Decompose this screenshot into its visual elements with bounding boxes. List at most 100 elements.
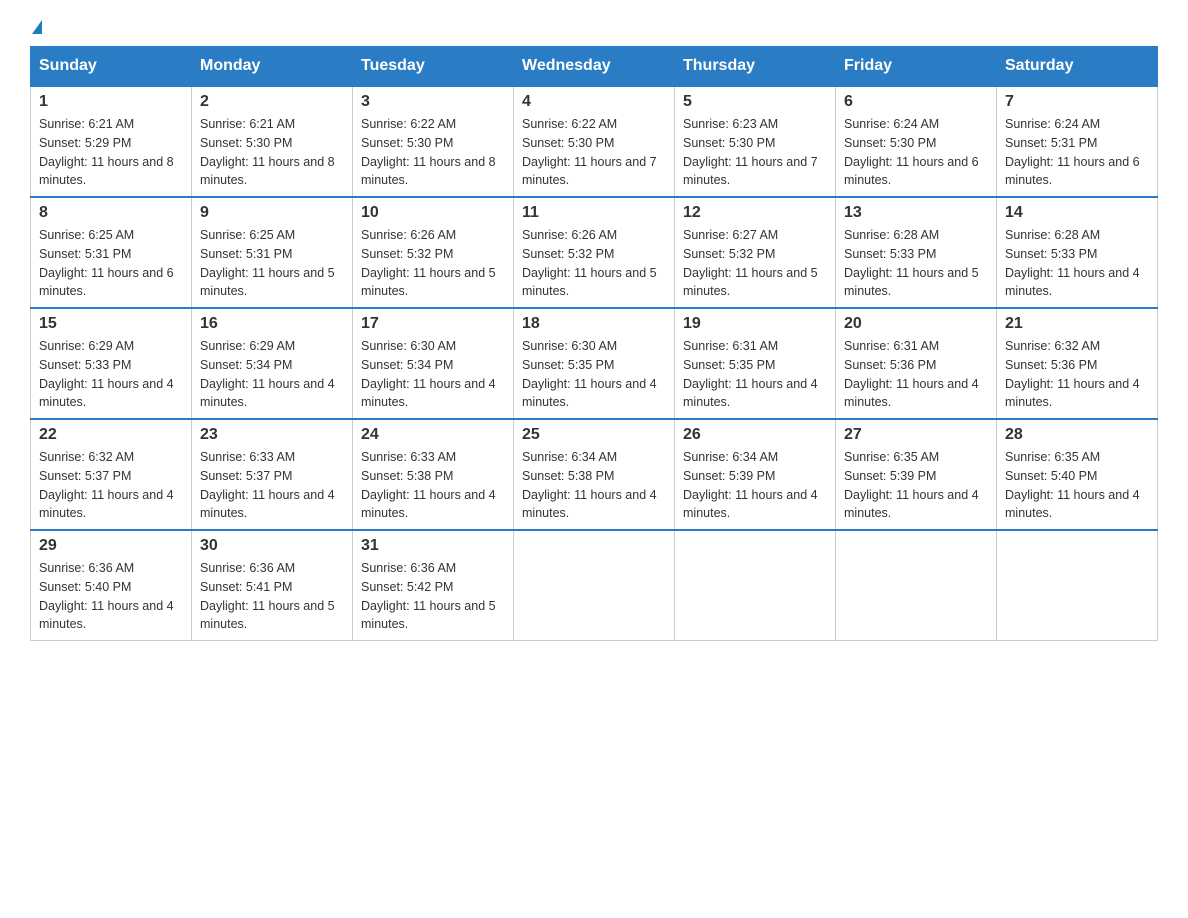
day-number: 28 xyxy=(1005,426,1149,444)
day-info: Sunrise: 6:31 AM Sunset: 5:36 PM Dayligh… xyxy=(844,337,988,412)
day-info: Sunrise: 6:36 AM Sunset: 5:42 PM Dayligh… xyxy=(361,559,505,634)
calendar-cell: 29 Sunrise: 6:36 AM Sunset: 5:40 PM Dayl… xyxy=(31,530,192,641)
calendar-cell: 4 Sunrise: 6:22 AM Sunset: 5:30 PM Dayli… xyxy=(514,86,675,197)
day-number: 12 xyxy=(683,204,827,222)
calendar-week-row: 15 Sunrise: 6:29 AM Sunset: 5:33 PM Dayl… xyxy=(31,308,1158,419)
day-info: Sunrise: 6:31 AM Sunset: 5:35 PM Dayligh… xyxy=(683,337,827,412)
day-info: Sunrise: 6:32 AM Sunset: 5:37 PM Dayligh… xyxy=(39,448,183,523)
day-number: 2 xyxy=(200,93,344,111)
calendar-cell: 16 Sunrise: 6:29 AM Sunset: 5:34 PM Dayl… xyxy=(192,308,353,419)
calendar-cell: 10 Sunrise: 6:26 AM Sunset: 5:32 PM Dayl… xyxy=(353,197,514,308)
calendar-table: SundayMondayTuesdayWednesdayThursdayFrid… xyxy=(30,46,1158,641)
day-number: 23 xyxy=(200,426,344,444)
day-number: 31 xyxy=(361,537,505,555)
day-number: 3 xyxy=(361,93,505,111)
page-header xyxy=(30,20,1158,30)
calendar-week-row: 1 Sunrise: 6:21 AM Sunset: 5:29 PM Dayli… xyxy=(31,86,1158,197)
calendar-cell: 25 Sunrise: 6:34 AM Sunset: 5:38 PM Dayl… xyxy=(514,419,675,530)
calendar-cell: 6 Sunrise: 6:24 AM Sunset: 5:30 PM Dayli… xyxy=(836,86,997,197)
day-number: 6 xyxy=(844,93,988,111)
calendar-cell: 8 Sunrise: 6:25 AM Sunset: 5:31 PM Dayli… xyxy=(31,197,192,308)
calendar-cell: 5 Sunrise: 6:23 AM Sunset: 5:30 PM Dayli… xyxy=(675,86,836,197)
day-info: Sunrise: 6:24 AM Sunset: 5:30 PM Dayligh… xyxy=(844,115,988,190)
day-number: 4 xyxy=(522,93,666,111)
day-info: Sunrise: 6:21 AM Sunset: 5:30 PM Dayligh… xyxy=(200,115,344,190)
calendar-cell: 28 Sunrise: 6:35 AM Sunset: 5:40 PM Dayl… xyxy=(997,419,1158,530)
day-number: 27 xyxy=(844,426,988,444)
calendar-cell: 7 Sunrise: 6:24 AM Sunset: 5:31 PM Dayli… xyxy=(997,86,1158,197)
day-number: 20 xyxy=(844,315,988,333)
calendar-header-saturday: Saturday xyxy=(997,47,1158,87)
day-number: 26 xyxy=(683,426,827,444)
calendar-cell: 2 Sunrise: 6:21 AM Sunset: 5:30 PM Dayli… xyxy=(192,86,353,197)
day-number: 9 xyxy=(200,204,344,222)
day-number: 13 xyxy=(844,204,988,222)
day-info: Sunrise: 6:29 AM Sunset: 5:34 PM Dayligh… xyxy=(200,337,344,412)
day-number: 16 xyxy=(200,315,344,333)
calendar-cell: 22 Sunrise: 6:32 AM Sunset: 5:37 PM Dayl… xyxy=(31,419,192,530)
day-number: 22 xyxy=(39,426,183,444)
day-info: Sunrise: 6:23 AM Sunset: 5:30 PM Dayligh… xyxy=(683,115,827,190)
calendar-cell: 24 Sunrise: 6:33 AM Sunset: 5:38 PM Dayl… xyxy=(353,419,514,530)
day-info: Sunrise: 6:30 AM Sunset: 5:34 PM Dayligh… xyxy=(361,337,505,412)
calendar-cell: 17 Sunrise: 6:30 AM Sunset: 5:34 PM Dayl… xyxy=(353,308,514,419)
day-number: 5 xyxy=(683,93,827,111)
day-info: Sunrise: 6:24 AM Sunset: 5:31 PM Dayligh… xyxy=(1005,115,1149,190)
calendar-cell: 18 Sunrise: 6:30 AM Sunset: 5:35 PM Dayl… xyxy=(514,308,675,419)
calendar-header-thursday: Thursday xyxy=(675,47,836,87)
calendar-cell: 23 Sunrise: 6:33 AM Sunset: 5:37 PM Dayl… xyxy=(192,419,353,530)
calendar-cell xyxy=(836,530,997,641)
day-number: 15 xyxy=(39,315,183,333)
day-number: 10 xyxy=(361,204,505,222)
day-info: Sunrise: 6:26 AM Sunset: 5:32 PM Dayligh… xyxy=(361,226,505,301)
calendar-cell: 30 Sunrise: 6:36 AM Sunset: 5:41 PM Dayl… xyxy=(192,530,353,641)
day-info: Sunrise: 6:21 AM Sunset: 5:29 PM Dayligh… xyxy=(39,115,183,190)
calendar-cell: 15 Sunrise: 6:29 AM Sunset: 5:33 PM Dayl… xyxy=(31,308,192,419)
day-info: Sunrise: 6:28 AM Sunset: 5:33 PM Dayligh… xyxy=(1005,226,1149,301)
day-number: 1 xyxy=(39,93,183,111)
day-info: Sunrise: 6:36 AM Sunset: 5:40 PM Dayligh… xyxy=(39,559,183,634)
day-number: 19 xyxy=(683,315,827,333)
day-info: Sunrise: 6:27 AM Sunset: 5:32 PM Dayligh… xyxy=(683,226,827,301)
logo xyxy=(30,20,42,30)
calendar-header-monday: Monday xyxy=(192,47,353,87)
day-number: 21 xyxy=(1005,315,1149,333)
calendar-cell: 3 Sunrise: 6:22 AM Sunset: 5:30 PM Dayli… xyxy=(353,86,514,197)
calendar-header-sunday: Sunday xyxy=(31,47,192,87)
calendar-cell: 31 Sunrise: 6:36 AM Sunset: 5:42 PM Dayl… xyxy=(353,530,514,641)
day-number: 8 xyxy=(39,204,183,222)
calendar-header-tuesday: Tuesday xyxy=(353,47,514,87)
day-info: Sunrise: 6:28 AM Sunset: 5:33 PM Dayligh… xyxy=(844,226,988,301)
day-info: Sunrise: 6:29 AM Sunset: 5:33 PM Dayligh… xyxy=(39,337,183,412)
calendar-cell xyxy=(997,530,1158,641)
calendar-cell: 11 Sunrise: 6:26 AM Sunset: 5:32 PM Dayl… xyxy=(514,197,675,308)
day-number: 18 xyxy=(522,315,666,333)
day-info: Sunrise: 6:32 AM Sunset: 5:36 PM Dayligh… xyxy=(1005,337,1149,412)
calendar-cell: 20 Sunrise: 6:31 AM Sunset: 5:36 PM Dayl… xyxy=(836,308,997,419)
day-info: Sunrise: 6:22 AM Sunset: 5:30 PM Dayligh… xyxy=(361,115,505,190)
day-info: Sunrise: 6:22 AM Sunset: 5:30 PM Dayligh… xyxy=(522,115,666,190)
day-number: 11 xyxy=(522,204,666,222)
day-info: Sunrise: 6:34 AM Sunset: 5:38 PM Dayligh… xyxy=(522,448,666,523)
day-info: Sunrise: 6:33 AM Sunset: 5:38 PM Dayligh… xyxy=(361,448,505,523)
day-info: Sunrise: 6:25 AM Sunset: 5:31 PM Dayligh… xyxy=(39,226,183,301)
calendar-cell: 1 Sunrise: 6:21 AM Sunset: 5:29 PM Dayli… xyxy=(31,86,192,197)
calendar-week-row: 8 Sunrise: 6:25 AM Sunset: 5:31 PM Dayli… xyxy=(31,197,1158,308)
day-info: Sunrise: 6:33 AM Sunset: 5:37 PM Dayligh… xyxy=(200,448,344,523)
calendar-cell xyxy=(675,530,836,641)
calendar-header-wednesday: Wednesday xyxy=(514,47,675,87)
calendar-cell: 9 Sunrise: 6:25 AM Sunset: 5:31 PM Dayli… xyxy=(192,197,353,308)
logo-triangle-icon xyxy=(32,20,42,34)
calendar-cell: 27 Sunrise: 6:35 AM Sunset: 5:39 PM Dayl… xyxy=(836,419,997,530)
day-info: Sunrise: 6:34 AM Sunset: 5:39 PM Dayligh… xyxy=(683,448,827,523)
calendar-cell: 26 Sunrise: 6:34 AM Sunset: 5:39 PM Dayl… xyxy=(675,419,836,530)
calendar-header-row: SundayMondayTuesdayWednesdayThursdayFrid… xyxy=(31,47,1158,87)
day-info: Sunrise: 6:25 AM Sunset: 5:31 PM Dayligh… xyxy=(200,226,344,301)
day-number: 25 xyxy=(522,426,666,444)
calendar-cell: 12 Sunrise: 6:27 AM Sunset: 5:32 PM Dayl… xyxy=(675,197,836,308)
day-number: 7 xyxy=(1005,93,1149,111)
day-number: 24 xyxy=(361,426,505,444)
day-info: Sunrise: 6:30 AM Sunset: 5:35 PM Dayligh… xyxy=(522,337,666,412)
day-number: 14 xyxy=(1005,204,1149,222)
calendar-header-friday: Friday xyxy=(836,47,997,87)
